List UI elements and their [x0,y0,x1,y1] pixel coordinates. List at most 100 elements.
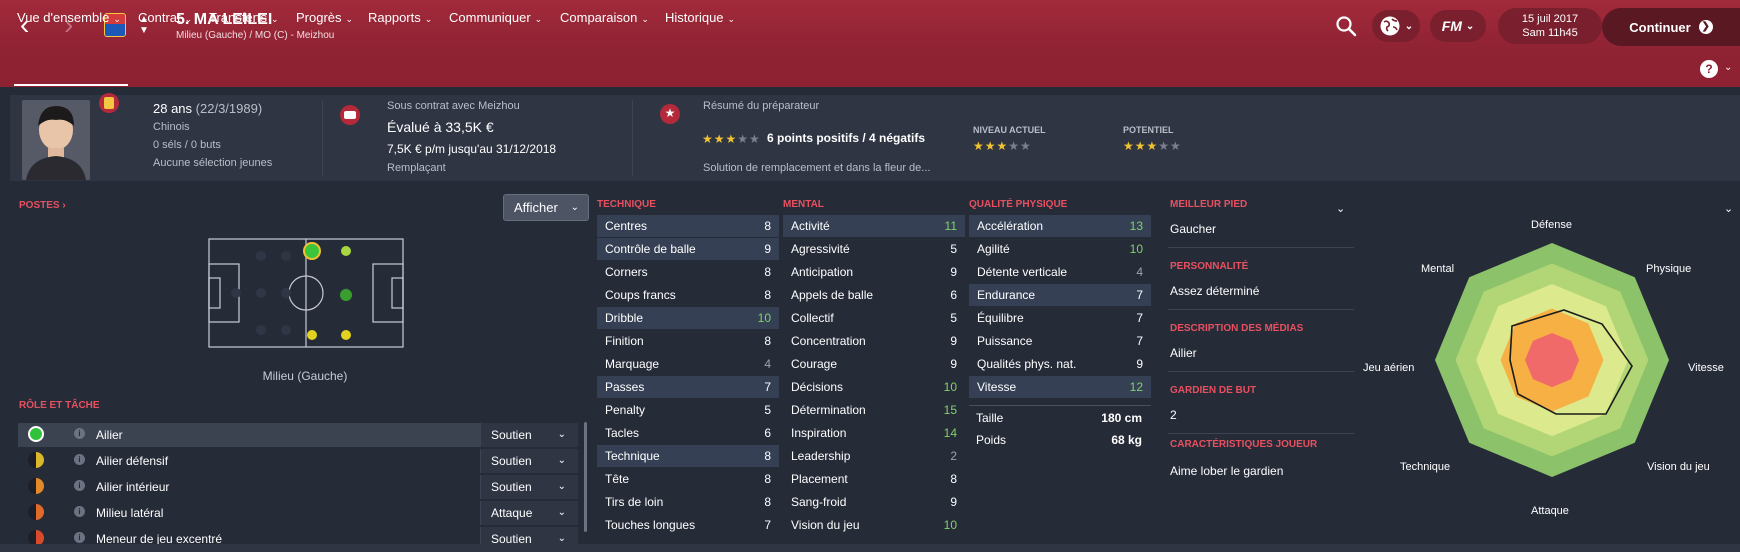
info-icon[interactable]: i [74,480,85,491]
attribute-row[interactable]: Agilité 10 [969,238,1151,260]
pitch-diagram [208,238,404,348]
attribute-row[interactable]: Vision du jeu 10 [783,514,965,536]
divider [1168,247,1354,248]
divider [322,100,323,176]
tab-transfers[interactable]: Transferts ⌄ [209,10,279,25]
role-duty-select[interactable]: Soutien ⌄ [480,449,578,473]
role-duty-select[interactable]: Soutien ⌄ [480,475,578,499]
continue-button[interactable]: Continuer ❯ [1602,8,1740,46]
role-row[interactable]: i Meneur de jeu excentré Soutien ⌄ [18,527,578,544]
fm-menu-button[interactable]: FM ⌄ [1430,10,1486,42]
attribute-row[interactable]: Équilibre 7 [969,307,1151,329]
radar-label-attack: Attaque [1531,505,1569,517]
tab-overview[interactable]: Vue d'ensemble ⌄ [17,10,121,25]
positions-label[interactable]: POSTES › [19,200,66,211]
goalkeeper-label: GARDIEN DE BUT [1170,385,1257,396]
attribute-row[interactable]: Centres 8 [597,215,779,237]
tab-contract[interactable]: Contrat ⌄ [138,10,192,25]
role-suitability-icon [28,452,44,468]
date-display[interactable]: 15 juil 2017 Sam 11h45 [1498,8,1602,44]
attribute-row[interactable]: Concentration 9 [783,330,965,352]
attribute-name: Anticipation [791,265,854,279]
attribute-value: 10 [943,380,957,394]
attribute-row[interactable]: Touches longues 7 [597,514,779,536]
attribute-row[interactable]: Contrôle de balle 9 [597,238,779,260]
attribute-row[interactable]: Vitesse 12 [969,376,1151,398]
role-row[interactable]: i Milieu latéral Attaque ⌄ [18,501,578,525]
role-duty-select[interactable]: Soutien ⌄ [480,527,578,544]
attribute-value: 7 [764,380,771,394]
attribute-row[interactable]: Courage 9 [783,353,965,375]
attribute-value: 14 [943,426,957,440]
afficher-dropdown[interactable]: Afficher ⌄ [503,194,589,221]
attribute-row[interactable]: Accélération 13 [969,215,1151,237]
info-icon[interactable]: i [74,506,85,517]
attribute-row[interactable]: Passes 7 [597,376,779,398]
tab-comparison[interactable]: Comparaison ⌄ [560,10,649,25]
attribute-row[interactable]: Détente verticale 4 [969,261,1151,283]
role-duty-select[interactable]: Attaque ⌄ [480,501,578,525]
role-row[interactable]: i Ailier intérieur Soutien ⌄ [18,475,578,499]
attribute-value: 8 [764,334,771,348]
attribute-row[interactable]: Inspiration 14 [783,422,965,444]
tab-communicate[interactable]: Communiquer ⌄ [449,10,542,25]
attribute-row[interactable]: Décisions 10 [783,376,965,398]
goalkeeper-value: 2 [1170,408,1177,422]
radar-label-defense: Défense [1531,219,1572,231]
attribute-row[interactable]: Qualités phys. nat. 9 [969,353,1151,375]
arrow-right-icon: ❯ [1698,20,1713,34]
attribute-name: Sang-froid [791,495,847,509]
help-icon[interactable]: ? [1700,60,1718,78]
attribute-name: Leadership [791,449,851,463]
attribute-radar-chart [1435,243,1669,477]
role-row[interactable]: i Ailier Soutien ⌄ [18,423,578,447]
attribute-row[interactable]: Leadership 2 [783,445,965,467]
attribute-name: Dribble [605,311,644,325]
position-dot [340,289,352,301]
chevron-down-icon[interactable]: ⌄ [1336,202,1345,215]
best-foot-value: Gaucher [1170,222,1217,236]
scrollbar[interactable] [584,422,587,532]
role-row[interactable]: i Ailier défensif Soutien ⌄ [18,449,578,473]
attribute-name: Finition [605,334,644,348]
attribute-row[interactable]: Marquage 4 [597,353,779,375]
attribute-row[interactable]: Agressivité 5 [783,238,965,260]
world-menu-button[interactable]: ⌄ [1372,10,1420,42]
attribute-value: 10 [757,311,771,325]
role-duty-select[interactable]: Soutien ⌄ [480,423,578,447]
search-icon[interactable] [1334,14,1358,38]
chevron-down-icon[interactable]: ⌄ [1724,202,1733,215]
attribute-row[interactable]: Placement 8 [783,468,965,490]
attribute-row[interactable]: Collectif 5 [783,307,965,329]
attribute-row[interactable]: Sang-froid 9 [783,491,965,513]
attribute-row[interactable]: Corners 8 [597,261,779,283]
attribute-row[interactable]: Détermination 15 [783,399,965,421]
attribute-row[interactable]: Puissance 7 [969,330,1151,352]
chevron-down-icon[interactable]: ⌄ [1724,62,1732,73]
club-shirt-icon [340,105,360,125]
attribute-row[interactable]: Dribble 10 [597,307,779,329]
attribute-row[interactable]: Tacles 6 [597,422,779,444]
attribute-value: 11 [944,219,957,233]
divider [969,405,1151,406]
tab-history[interactable]: Historique ⌄ [665,10,735,25]
info-icon[interactable]: i [74,428,85,439]
height-row: Taille 180 cm [976,411,1142,425]
tab-reports[interactable]: Rapports ⌄ [368,10,432,25]
attribute-name: Décisions [791,380,844,394]
attribute-row[interactable]: Endurance 7 [969,284,1151,306]
info-icon[interactable]: i [74,454,85,465]
attribute-row[interactable]: Activité 11 [783,215,965,237]
attribute-row[interactable]: Finition 8 [597,330,779,352]
technique-label: TECHNIQUE [597,199,656,210]
attribute-row[interactable]: Tirs de loin 8 [597,491,779,513]
info-icon[interactable]: i [74,532,85,543]
attribute-row[interactable]: Coups francs 8 [597,284,779,306]
attribute-row[interactable]: Appels de balle 6 [783,284,965,306]
coach-summary[interactable]: 6 points positifs / 4 négatifs [767,131,925,145]
attribute-row[interactable]: Technique 8 [597,445,779,467]
attribute-row[interactable]: Tête 8 [597,468,779,490]
tab-progress[interactable]: Progrès ⌄ [296,10,353,25]
attribute-row[interactable]: Penalty 5 [597,399,779,421]
attribute-row[interactable]: Anticipation 9 [783,261,965,283]
